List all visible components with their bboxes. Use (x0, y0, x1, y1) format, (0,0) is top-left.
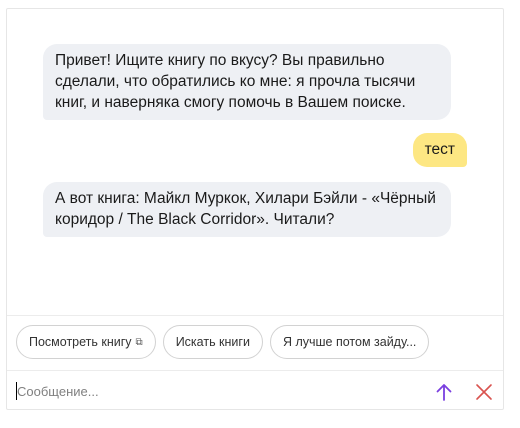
chat-window: Привет! Ищите книгу по вкусу? Вы правиль… (6, 8, 504, 410)
chip-label: Посмотреть книгу (29, 335, 132, 349)
arrow-up-icon (436, 384, 452, 401)
chip-label: Искать книги (175, 335, 250, 349)
composer (7, 371, 503, 411)
close-icon (476, 384, 492, 400)
bot-message: Привет! Ищите книгу по вкусу? Вы правиль… (43, 44, 451, 120)
suggestion-later[interactable]: Я лучше потом зайду... (269, 325, 430, 359)
send-button[interactable] (433, 381, 455, 403)
suggestion-view-book[interactable]: Посмотреть книгу ⧉ (16, 325, 156, 359)
chip-label: Я лучше потом зайду... (282, 335, 417, 349)
message-input[interactable] (17, 377, 397, 405)
divider (7, 315, 503, 316)
close-button[interactable] (473, 381, 495, 403)
external-link-icon: ⧉ (135, 336, 143, 348)
message-list: Привет! Ищите книгу по вкусу? Вы правиль… (7, 9, 503, 315)
suggestion-search-books[interactable]: Искать книги (162, 325, 263, 359)
suggestion-chips: Посмотреть книгу ⧉ Искать книги Я лучше … (16, 325, 430, 359)
user-message: тест (412, 133, 467, 167)
bot-message: А вот книга: Майкл Муркок, Хилари Бэйли … (43, 182, 451, 237)
